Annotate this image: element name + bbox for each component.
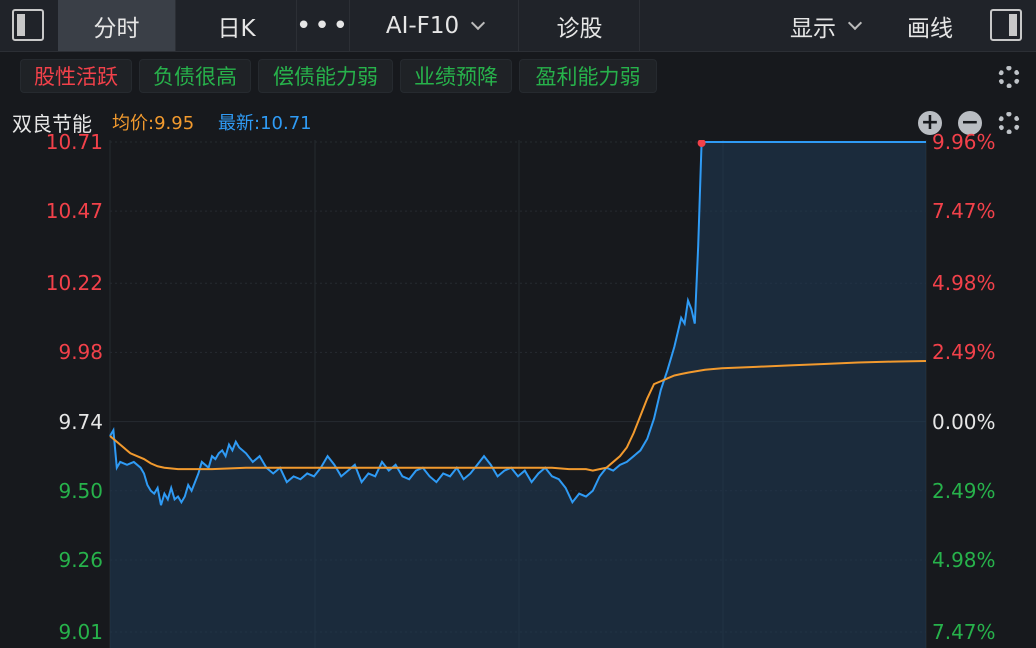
percent-tick-label: 7.47% xyxy=(932,620,996,644)
tab-intraday[interactable]: 分时 xyxy=(58,0,176,51)
percent-tick-label: 4.98% xyxy=(932,547,996,572)
tab-more[interactable]: ••• xyxy=(296,0,350,51)
percent-tick-label: 2.49% xyxy=(932,340,996,365)
tab-daily-k[interactable]: 日K xyxy=(177,0,297,51)
price-tick-label: 10.47 xyxy=(45,199,103,224)
top-toolbar: 分时 日K ••• AI-F10 诊股 显示 画线 xyxy=(0,0,1036,52)
price-tick-label: 9.98 xyxy=(58,340,103,365)
tag-chip[interactable]: 业绩预降 xyxy=(400,59,512,93)
average-price-label: 均价:9.95 xyxy=(112,113,195,134)
price-tick-label: 9.74 xyxy=(58,409,103,434)
tag-chip[interactable]: 负债很高 xyxy=(139,59,251,93)
right-panel-toggle-icon[interactable] xyxy=(990,9,1022,41)
price-tick-label: 10.22 xyxy=(45,271,103,296)
tab-diagnose[interactable]: 诊股 xyxy=(520,0,640,51)
tag-chip[interactable]: 偿债能力弱 xyxy=(258,59,393,93)
display-menu-label: 显示 xyxy=(790,15,836,42)
left-panel-toggle-icon[interactable] xyxy=(12,9,44,41)
percent-tick-label: 4.98% xyxy=(932,271,996,296)
price-tick-label: 9.50 xyxy=(58,478,103,503)
stock-tags-bar: 股性活跃 负债很高 偿债能力弱 业绩预降 盈利能力弱 xyxy=(0,56,1036,96)
tags-settings-gear-icon[interactable] xyxy=(998,66,1020,88)
tab-ai-f10-label: AI-F10 xyxy=(385,12,460,39)
percent-tick-label: 9.96% xyxy=(932,130,996,154)
chart-info-bar: 双良节能 均价:9.95 最新:10.71 + − xyxy=(0,100,1036,140)
percent-tick-label: 0.00% xyxy=(932,409,996,434)
draw-line-button[interactable]: 画线 xyxy=(885,0,975,51)
last-price-label: 最新:10.71 xyxy=(218,113,312,134)
price-tick-label: 9.26 xyxy=(58,547,103,572)
display-menu-button[interactable]: 显示 xyxy=(770,0,880,51)
tag-chip[interactable]: 盈利能力弱 xyxy=(519,59,657,93)
chevron-down-icon xyxy=(471,15,486,30)
percent-tick-label: 7.47% xyxy=(932,199,996,224)
tag-chip[interactable]: 股性活跃 xyxy=(20,59,132,93)
intraday-price-chart[interactable] xyxy=(0,140,1036,648)
price-tick-label: 9.01 xyxy=(58,620,103,644)
percent-tick-label: 2.49% xyxy=(932,478,996,503)
price-tick-label: 10.71 xyxy=(45,130,103,154)
tab-ai-f10[interactable]: AI-F10 xyxy=(351,0,519,51)
chevron-down-icon xyxy=(847,15,863,30)
price-area-fill xyxy=(110,142,926,648)
